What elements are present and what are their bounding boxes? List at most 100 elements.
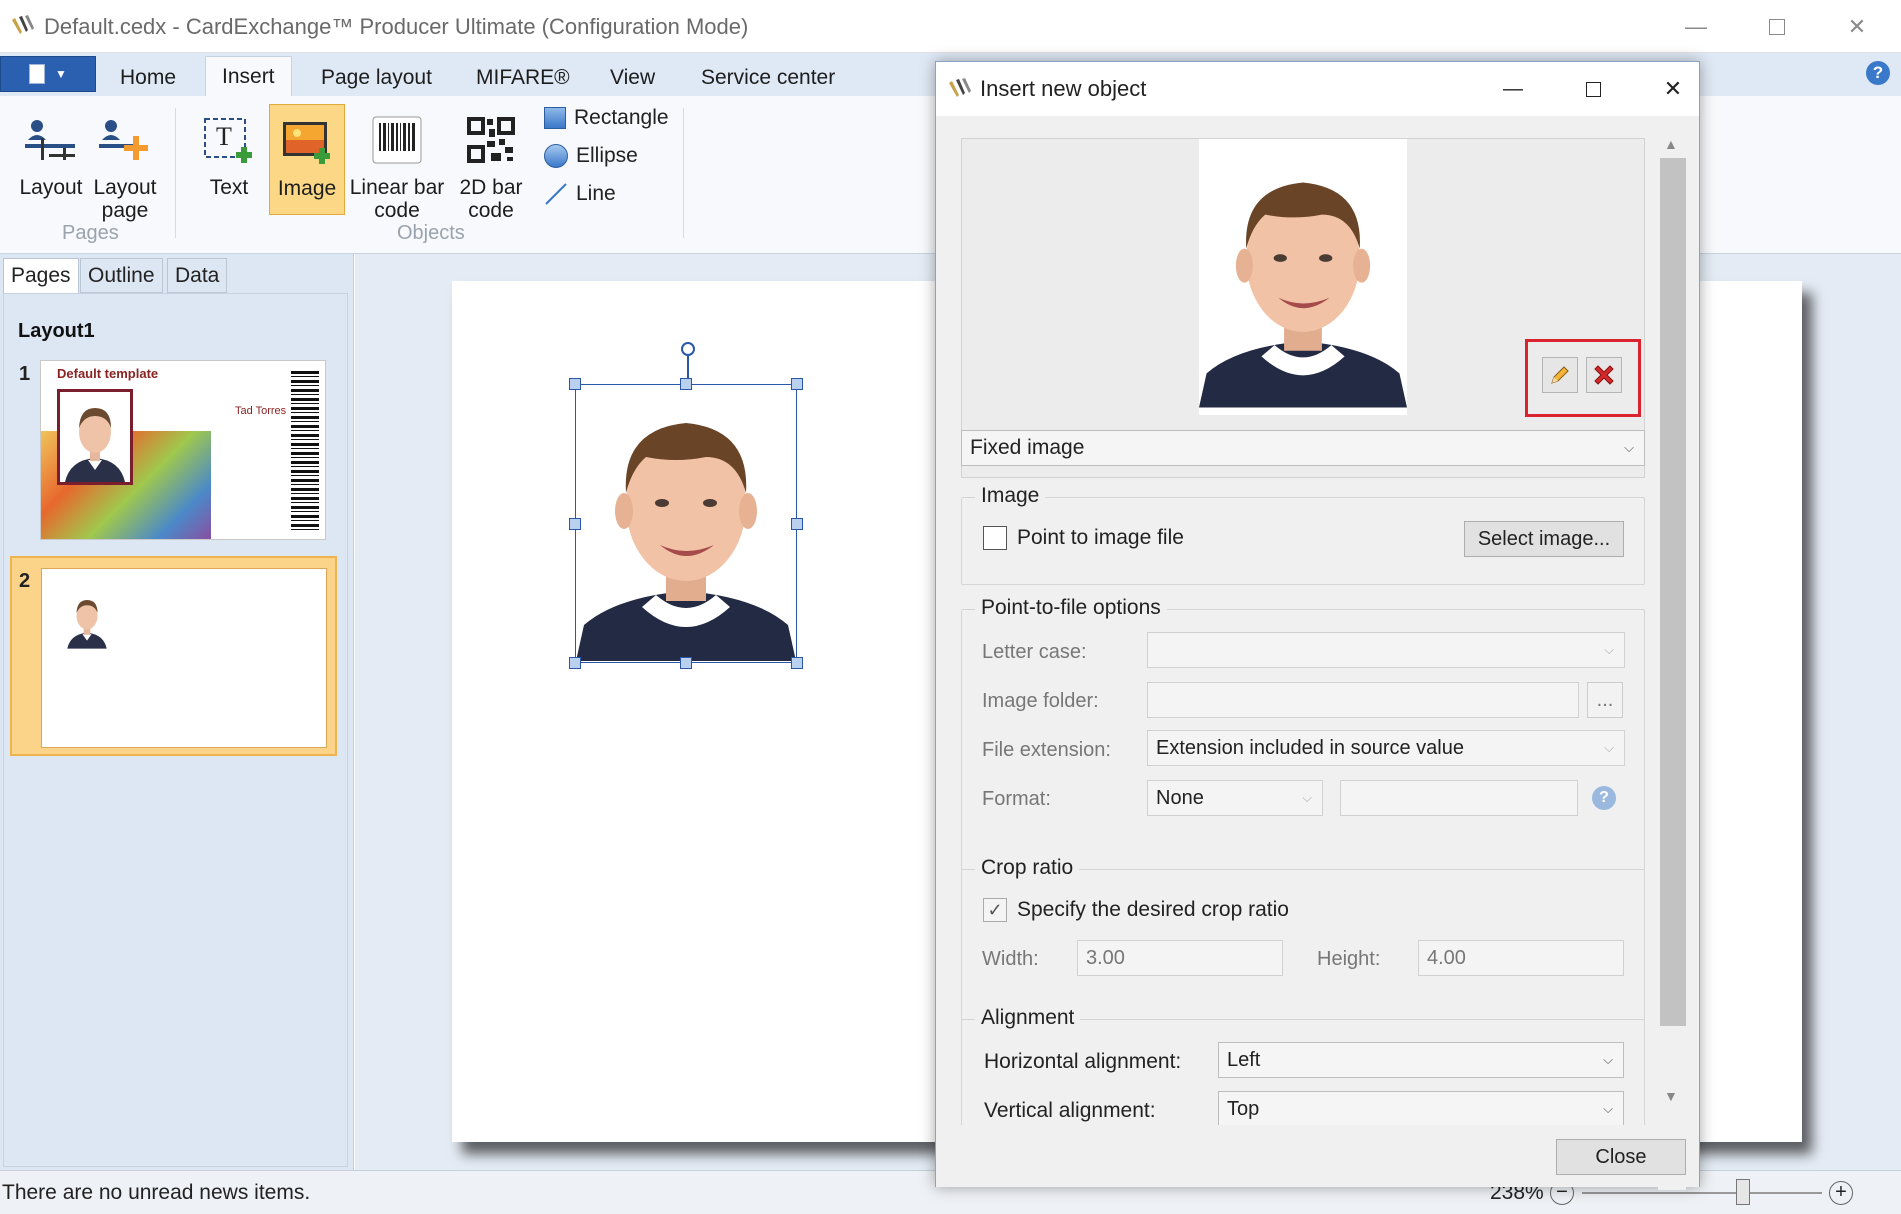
file-extension-dropdown[interactable]: Extension included in source value ⌵ [1147, 730, 1625, 766]
title-bar: Default.cedx - CardExchange™ Producer Ul… [0, 0, 1901, 53]
close-window-button[interactable]: ✕ [1827, 10, 1887, 44]
format-dropdown[interactable]: None ⌵ [1147, 780, 1323, 816]
page-thumbnail-2[interactable]: 2 [10, 556, 337, 756]
crop-ratio-checkbox[interactable]: ✓ [983, 898, 1007, 922]
remove-image-button[interactable] [1586, 357, 1622, 393]
point-to-file-checkbox[interactable] [983, 526, 1007, 550]
minimize-button[interactable]: — [1666, 10, 1726, 44]
scroll-down-arrow[interactable]: ▼ [1664, 1088, 1678, 1104]
tab-mifare[interactable]: MIFARE® [460, 60, 586, 96]
ellipse-icon [544, 144, 568, 168]
pencil-icon [1551, 366, 1569, 384]
image-button[interactable]: Image [269, 104, 345, 215]
resize-handle[interactable] [569, 518, 581, 530]
zoom-slider-thumb[interactable] [1736, 1179, 1750, 1205]
layout-label: Layout [19, 176, 83, 199]
chevron-down-icon: ⌵ [1604, 740, 1614, 755]
vertical-alignment-dropdown[interactable]: Top ⌵ [1218, 1091, 1624, 1127]
edit-image-button[interactable] [1542, 357, 1578, 393]
tab-service-center[interactable]: Service center [685, 60, 851, 96]
preview-photo [1199, 139, 1407, 415]
line-icon [544, 182, 568, 206]
ribbon-separator [683, 108, 684, 238]
card-thumbnail: Default template Tad Torres [40, 360, 326, 540]
close-button[interactable]: Close [1556, 1139, 1686, 1175]
source-type-dropdown[interactable]: Fixed image ⌵ [961, 430, 1645, 466]
insert-new-object-dialog: Insert new object — ✕ Fixed image ⌵ Imag… [935, 61, 1700, 1190]
crop-ratio-label: Crop ratio [975, 856, 1080, 880]
chevron-down-icon: ⌵ [1302, 790, 1312, 805]
layout-page-button[interactable]: Layout page [92, 112, 158, 222]
2d-bar-code-button[interactable]: 2D bar code [454, 112, 528, 222]
linear-bar-code-button[interactable]: Linear bar code [348, 112, 446, 222]
dialog-close-icon[interactable]: ✕ [1648, 72, 1698, 106]
crop-width-input[interactable]: 3.00 [1077, 940, 1283, 976]
dialog-maximize-button[interactable] [1568, 72, 1618, 106]
browse-folder-button[interactable]: ... [1587, 682, 1623, 718]
scroll-up-arrow[interactable]: ▲ [1664, 136, 1678, 152]
resize-handle[interactable] [680, 378, 692, 390]
vertical-alignment-label: Vertical alignment: [984, 1099, 1156, 1122]
tab-page-layout[interactable]: Page layout [305, 60, 448, 96]
point-to-file-label: Point to image file [1017, 526, 1184, 549]
line-button[interactable]: Line [544, 182, 616, 206]
news-status: There are no unread news items. [2, 1181, 311, 1204]
text-button[interactable]: T Text [196, 112, 262, 199]
select-image-button[interactable]: Select image... [1464, 521, 1624, 557]
maximize-button[interactable] [1747, 10, 1807, 44]
file-menu-button[interactable]: ▼ [0, 56, 96, 92]
layout-button[interactable]: Layout [18, 112, 84, 199]
crop-width-label: Width: [982, 948, 1039, 970]
linear-bar-label-1: Linear bar [349, 176, 445, 199]
rotation-handle[interactable] [681, 342, 695, 356]
line-label: Line [576, 182, 616, 205]
tab-data[interactable]: Data [167, 258, 228, 293]
chevron-down-icon: ⌵ [1603, 1052, 1613, 1067]
point-to-file-options-label: Point-to-file options [975, 596, 1167, 620]
page-thumbnail-1[interactable]: 1 Default template Tad Torres [10, 354, 340, 546]
resize-handle[interactable] [569, 657, 581, 669]
image-object-selected[interactable] [575, 384, 797, 663]
horizontal-alignment-dropdown[interactable]: Left ⌵ [1218, 1042, 1624, 1078]
image-group-label: Image [975, 484, 1046, 508]
tab-view[interactable]: View [594, 60, 671, 96]
tab-outline[interactable]: Outline [80, 258, 163, 293]
dialog-minimize-button[interactable]: — [1488, 72, 1538, 106]
objects-group-label: Objects [397, 222, 465, 244]
resize-handle[interactable] [569, 378, 581, 390]
image-preview-panel [961, 138, 1645, 478]
page-preview [41, 568, 327, 748]
layout-page-label-2: page [101, 199, 149, 222]
layout-page-icon [97, 112, 153, 168]
dialog-title: Insert new object [980, 76, 1147, 101]
resize-handle[interactable] [791, 518, 803, 530]
format-help-icon[interactable]: ? [1592, 786, 1616, 810]
vertical-alignment-value: Top [1227, 1097, 1260, 1120]
dialog-scrollbar[interactable]: ▲ ▼ [1658, 130, 1686, 1190]
tab-home[interactable]: Home [104, 60, 192, 96]
tab-pages[interactable]: Pages [3, 258, 79, 294]
image-folder-label: Image folder: [982, 690, 1099, 712]
letter-case-dropdown[interactable]: ⌵ [1147, 632, 1625, 668]
ellipse-button[interactable]: Ellipse [544, 144, 638, 168]
resize-handle[interactable] [791, 657, 803, 669]
window-title: Default.cedx - CardExchange™ Producer Ul… [44, 14, 749, 39]
resize-handle[interactable] [680, 657, 692, 669]
resize-handle[interactable] [791, 378, 803, 390]
chevron-down-icon: ⌵ [1604, 642, 1614, 657]
crop-ratio-checkbox-label: Specify the desired crop ratio [1017, 898, 1289, 921]
qr-code-icon [463, 112, 519, 168]
scroll-thumb[interactable] [1660, 158, 1686, 1026]
help-icon[interactable]: ? [1866, 61, 1890, 85]
format-text-input[interactable] [1340, 780, 1578, 816]
rectangle-button[interactable]: Rectangle [544, 106, 669, 130]
2d-bar-label-2: code [468, 199, 514, 222]
rectangle-label: Rectangle [574, 106, 669, 129]
tab-insert[interactable]: Insert [205, 56, 292, 97]
crop-height-input[interactable]: 4.00 [1418, 940, 1624, 976]
zoom-in-button[interactable]: + [1829, 1181, 1853, 1205]
delete-x-icon [1594, 365, 1614, 385]
image-folder-input[interactable] [1147, 682, 1579, 718]
zoom-slider-track[interactable] [1582, 1192, 1822, 1194]
format-label: Format: [982, 788, 1051, 810]
